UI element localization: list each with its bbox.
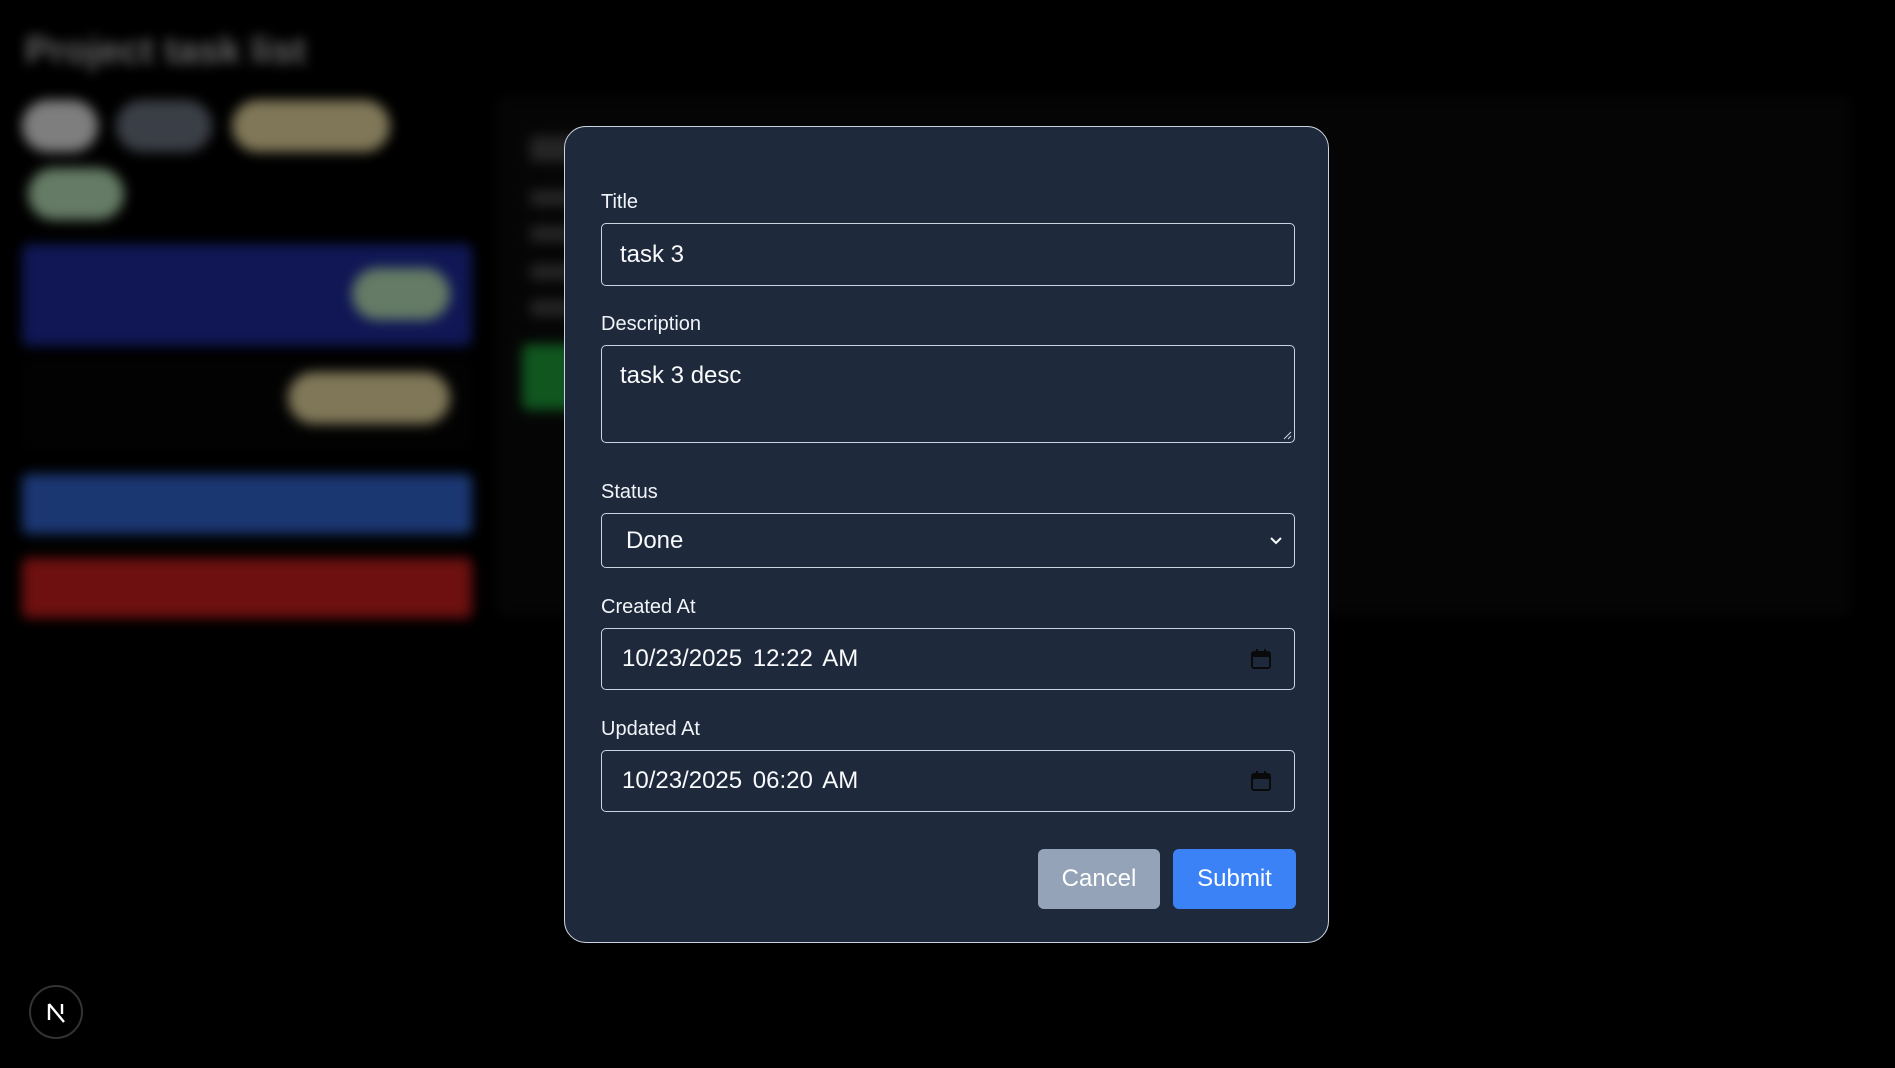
submit-button[interactable]: Submit xyxy=(1173,849,1296,909)
chevron-down-icon xyxy=(1270,536,1282,544)
filter-pill-all xyxy=(22,100,98,152)
calendar-icon[interactable] xyxy=(1250,648,1272,670)
title-input[interactable]: task 3 xyxy=(601,223,1295,286)
filter-pill-in-progress xyxy=(232,100,390,152)
nextjs-dev-badge[interactable] xyxy=(29,985,83,1039)
created-at-input-value: 10/23/2025 12:22 AM xyxy=(622,645,859,672)
nextjs-logo-icon xyxy=(47,1003,65,1023)
description-textarea-value: task 3 desc xyxy=(620,362,742,389)
status-label: Status xyxy=(601,481,658,503)
title-label: Title xyxy=(601,191,639,213)
description-label: Description xyxy=(601,313,702,335)
app-root: Project task list Title task 3 Descripti… xyxy=(0,0,1895,1068)
add-task-button-bg xyxy=(22,474,472,534)
status-select-value: Done xyxy=(626,526,684,554)
task-status-pill xyxy=(352,268,450,320)
title-input-value: task 3 xyxy=(620,240,685,268)
resize-handle-icon[interactable] xyxy=(1282,430,1292,440)
status-select[interactable]: Done xyxy=(601,513,1295,568)
created-at-input[interactable]: 10/23/2025 12:22 AM xyxy=(601,628,1295,690)
filter-pill-todo xyxy=(116,100,212,152)
cancel-button[interactable]: Cancel xyxy=(1038,849,1160,909)
updated-at-label: Updated At xyxy=(601,718,700,740)
calendar-icon[interactable] xyxy=(1250,770,1272,792)
delete-button-bg xyxy=(22,558,472,618)
task-status-pill xyxy=(288,372,450,424)
page-title: Project task list xyxy=(25,30,306,72)
description-textarea[interactable]: task 3 desc xyxy=(601,345,1295,443)
created-at-label: Created At xyxy=(601,596,696,618)
updated-at-input-value: 10/23/2025 06:20 AM xyxy=(622,767,859,794)
edit-task-modal: Title task 3 Description task 3 desc Sta… xyxy=(564,126,1329,943)
updated-at-input[interactable]: 10/23/2025 06:20 AM xyxy=(601,750,1295,812)
filter-pill-done xyxy=(28,168,124,220)
